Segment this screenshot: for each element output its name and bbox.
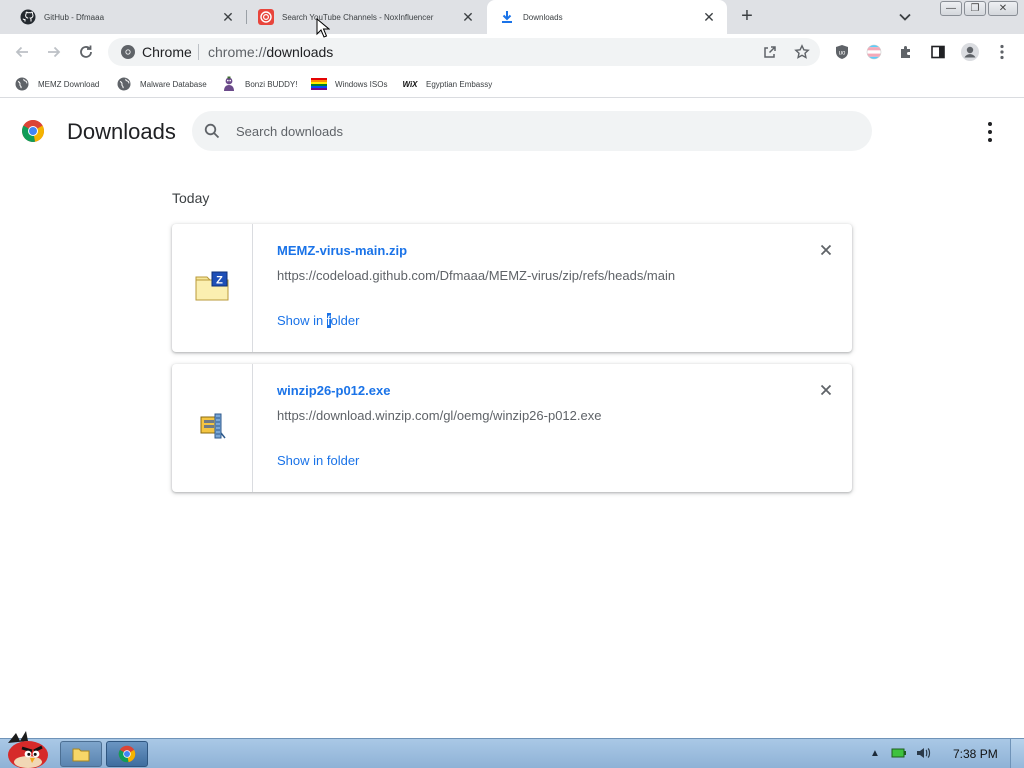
close-tab-icon[interactable]: ✕ [220, 9, 236, 25]
search-box[interactable] [192, 111, 872, 151]
omnibox-divider [198, 44, 199, 60]
bookmark-star-icon[interactable] [792, 42, 812, 62]
globe-icon [14, 77, 30, 91]
download-icon [499, 9, 515, 25]
chrome-site-icon[interactable] [120, 44, 136, 60]
remove-item-button[interactable] [818, 382, 834, 398]
file-url[interactable]: https://download.winzip.com/gl/oemg/winz… [277, 408, 601, 423]
bookmark-bonzi-buddy[interactable]: Bonzi BUDDY! [221, 76, 297, 92]
bookmark-egyptian-embassy[interactable]: WiX Egyptian Embassy [402, 76, 492, 92]
bookmark-windows-isos[interactable]: Windows ISOs [311, 76, 387, 92]
toolbar: Chrome chrome://downloads uo [0, 34, 1024, 70]
bookmark-label: Windows ISOs [335, 79, 388, 89]
noxinfluencer-icon [258, 9, 274, 25]
tab-noxinfluencer[interactable]: Search YouTube Channels - NoxInfluencer … [246, 0, 486, 34]
rainbow-flag-icon [311, 77, 327, 91]
show-in-folder-link[interactable]: Show in folder [277, 313, 359, 328]
more-actions-icon[interactable] [982, 122, 998, 142]
new-tab-button[interactable]: + [736, 6, 758, 28]
side-panel-icon[interactable] [928, 42, 948, 62]
chrome-menu-icon[interactable] [992, 42, 1012, 62]
taskbar-file-explorer-icon[interactable] [60, 741, 102, 767]
close-tab-icon[interactable]: ✕ [701, 9, 717, 25]
bookmark-label: Malware Database [140, 79, 207, 89]
bookmark-label: MEMZ Download [38, 79, 100, 89]
bonzi-icon [221, 76, 237, 91]
address-bar[interactable]: Chrome chrome://downloads [108, 38, 820, 66]
restore-button[interactable]: ❐ [964, 1, 986, 16]
volume-icon[interactable] [914, 745, 932, 761]
extensions-puzzle-icon[interactable] [896, 42, 916, 62]
url-text[interactable]: chrome://downloads [208, 44, 333, 60]
bookmark-label: Egyptian Embassy [426, 79, 493, 89]
reload-button[interactable] [76, 42, 96, 62]
tab-title: GitHub - Dfmaaa [44, 12, 105, 22]
mouse-cursor-icon [316, 17, 331, 38]
globe-icon [116, 77, 132, 91]
svg-text:Z: Z [216, 274, 223, 286]
tab-downloads[interactable]: Downloads ✕ [487, 0, 727, 34]
downloads-header: Downloads [0, 104, 1024, 160]
file-icon-column: Z [172, 224, 253, 352]
site-label: Chrome [142, 44, 192, 60]
installer-icon [197, 411, 227, 446]
flag-extension-icon[interactable] [864, 42, 884, 62]
remove-item-button[interactable] [818, 242, 834, 258]
forward-button[interactable] [44, 42, 64, 62]
bookmarks-bar: MEMZ Download Malware Database Bonzi BUD… [0, 70, 1024, 98]
file-icon-column [172, 364, 253, 492]
bookmark-malware-database[interactable]: Malware Database [116, 76, 207, 92]
profile-avatar-icon[interactable] [960, 42, 980, 62]
github-icon [20, 9, 36, 25]
clock[interactable]: 7:38 PM [953, 747, 998, 761]
search-input[interactable] [236, 119, 836, 143]
zip-folder-icon: Z [195, 271, 229, 306]
system-tray: ▲ [866, 745, 938, 761]
file-name-link[interactable]: winzip26-p012.exe [277, 383, 390, 398]
wix-icon: WiX [402, 79, 418, 89]
start-button[interactable] [2, 731, 52, 768]
bookmark-memz-download[interactable]: MEMZ Download [14, 76, 99, 92]
window-controls: — ❐ ✕ [938, 1, 1018, 16]
tab-search-chevron-icon[interactable] [896, 8, 914, 26]
share-icon[interactable] [760, 42, 780, 62]
tab-github[interactable]: GitHub - Dfmaaa ✕ [0, 0, 246, 34]
taskbar: ▲ 7:38 PM [0, 731, 1024, 768]
minimize-button[interactable]: — [940, 1, 962, 16]
show-in-folder-link[interactable]: Show in folder [277, 453, 359, 468]
ublock-shield-icon[interactable]: uo [832, 42, 852, 62]
taskbar-chrome-icon[interactable] [106, 741, 148, 767]
file-url[interactable]: https://codeload.github.com/Dfmaaa/MEMZ-… [277, 268, 675, 283]
back-button[interactable] [12, 42, 32, 62]
close-tab-icon[interactable]: ✕ [460, 9, 476, 25]
date-heading: Today [172, 190, 210, 206]
show-desktop-button[interactable] [1010, 739, 1024, 768]
tab-strip: GitHub - Dfmaaa ✕ Search YouTube Channel… [0, 0, 1024, 34]
page-title: Downloads [67, 119, 176, 144]
close-window-button[interactable]: ✕ [988, 1, 1018, 16]
svg-text:uo: uo [839, 51, 846, 57]
search-icon [204, 123, 220, 139]
tray-expand-icon[interactable]: ▲ [866, 745, 884, 761]
chrome-logo-icon [21, 119, 45, 143]
battery-icon[interactable] [890, 745, 908, 761]
download-item: winzip26-p012.exe https://download.winzi… [172, 364, 852, 492]
tab-title: Downloads [523, 12, 563, 22]
tab-title: Search YouTube Channels - NoxInfluencer [282, 12, 434, 22]
download-item: Z MEMZ-virus-main.zip https://codeload.g… [172, 224, 852, 352]
bookmark-label: Bonzi BUDDY! [245, 79, 298, 89]
file-name-link[interactable]: MEMZ-virus-main.zip [277, 243, 407, 258]
